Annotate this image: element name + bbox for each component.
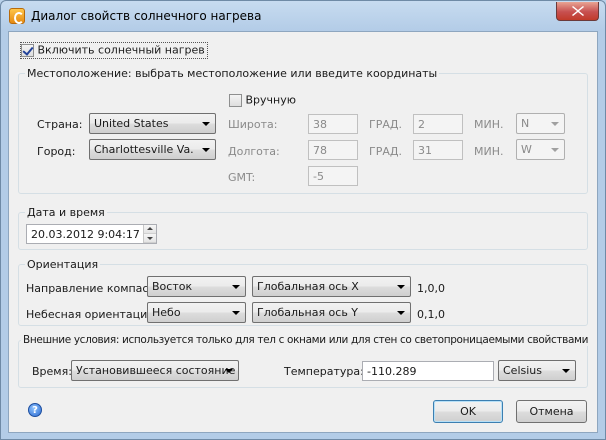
country-select[interactable]: United States bbox=[89, 113, 216, 134]
location-legend: Местоположение: выбрать местоположение и… bbox=[25, 67, 440, 80]
time-mode-label: Время: bbox=[32, 365, 72, 378]
city-value: Charlottesville Va. bbox=[94, 143, 194, 156]
longitude-label: Долгота: bbox=[228, 145, 280, 158]
sky-orientation-select[interactable]: Небо bbox=[147, 302, 246, 323]
enable-solar-label: Включить солнечный нагрев bbox=[37, 43, 205, 57]
ok-button[interactable]: OK bbox=[433, 400, 503, 423]
app-icon bbox=[9, 8, 25, 24]
longitude-direction-value: W bbox=[521, 143, 532, 156]
manual-label: Вручную bbox=[245, 93, 297, 107]
latitude-direction-value: N bbox=[521, 117, 530, 130]
sky-orientation-value: Небо bbox=[152, 306, 181, 319]
chevron-down-icon bbox=[202, 122, 210, 126]
spin-down-icon[interactable] bbox=[144, 234, 156, 243]
help-icon[interactable]: ? bbox=[28, 403, 42, 417]
latitude-deg-label: ГРАД. bbox=[369, 118, 402, 131]
manual-option[interactable]: Вручную bbox=[229, 93, 296, 107]
time-mode-value: Установившееся состояние bbox=[76, 364, 236, 377]
enable-solar-heating[interactable]: Включить солнечный нагрев bbox=[20, 42, 208, 59]
compass-direction-select[interactable]: Восток bbox=[147, 276, 246, 297]
chevron-down-icon bbox=[232, 311, 240, 315]
manual-checkbox[interactable] bbox=[229, 93, 242, 107]
compass-direction-value: Восток bbox=[152, 280, 193, 293]
temperature-label: Температура: bbox=[284, 365, 364, 378]
latitude-label: Широта: bbox=[228, 118, 278, 131]
chevron-down-icon bbox=[562, 369, 570, 373]
sky-orientation-label: Небесная ориентация: bbox=[26, 308, 158, 321]
latitude-min-label: МИН. bbox=[474, 118, 504, 131]
window-title: Диалог свойств солнечного нагрева bbox=[31, 9, 262, 23]
close-button[interactable] bbox=[556, 2, 599, 21]
compass-axis-value: Глобальная ось X bbox=[257, 280, 359, 293]
longitude-minutes-field[interactable]: 31 bbox=[413, 140, 463, 160]
dialog-window: Диалог свойств солнечного нагрева Включи… bbox=[0, 0, 606, 440]
compass-vector: 1,0,0 bbox=[417, 282, 445, 295]
chevron-down-icon bbox=[551, 122, 559, 126]
longitude-direction-select[interactable]: W bbox=[516, 139, 565, 160]
title-bar[interactable]: Диалог свойств солнечного нагрева bbox=[1, 1, 605, 31]
longitude-degrees-field[interactable]: 78 bbox=[308, 140, 358, 160]
chevron-down-icon bbox=[551, 148, 559, 152]
compass-axis-select[interactable]: Глобальная ось X bbox=[252, 276, 411, 297]
compass-direction-label: Направление компаса: bbox=[26, 282, 159, 295]
latitude-minutes-field[interactable]: 2 bbox=[413, 114, 463, 134]
spin-up-icon[interactable] bbox=[144, 225, 156, 234]
orientation-legend: Ориентация bbox=[25, 258, 101, 271]
chevron-down-icon bbox=[225, 369, 233, 373]
sky-axis-select[interactable]: Глобальная ось Y bbox=[252, 302, 411, 323]
close-icon bbox=[572, 6, 584, 16]
cancel-button[interactable]: Отмена bbox=[516, 400, 587, 423]
datetime-spinner[interactable] bbox=[143, 225, 156, 243]
longitude-deg-label: ГРАД. bbox=[369, 145, 402, 158]
chevron-down-icon bbox=[397, 311, 405, 315]
external-conditions-legend: Внешние условия: используется только для… bbox=[21, 334, 591, 346]
gmt-offset-field[interactable]: -5 bbox=[308, 166, 358, 186]
temperature-unit-value: Celsius bbox=[503, 364, 542, 377]
city-label: Город: bbox=[37, 145, 76, 158]
chevron-down-icon bbox=[232, 285, 240, 289]
datetime-input[interactable]: 20.03.2012 9:04:17 bbox=[26, 224, 157, 244]
country-value: United States bbox=[94, 117, 169, 130]
dialog-client-area: Включить солнечный нагрев Местоположение… bbox=[8, 31, 598, 433]
longitude-min-label: МИН. bbox=[474, 145, 504, 158]
chevron-down-icon bbox=[202, 148, 210, 152]
latitude-direction-select[interactable]: N bbox=[516, 113, 565, 134]
datetime-legend: Дата и время bbox=[25, 206, 107, 219]
city-select[interactable]: Charlottesville Va. bbox=[89, 139, 216, 160]
datetime-value: 20.03.2012 9:04:17 bbox=[31, 228, 140, 241]
sky-axis-value: Глобальная ось Y bbox=[257, 306, 359, 319]
latitude-degrees-field[interactable]: 38 bbox=[308, 114, 358, 134]
enable-solar-checkbox[interactable] bbox=[21, 43, 34, 57]
country-label: Страна: bbox=[37, 118, 83, 131]
time-mode-select[interactable]: Установившееся состояние bbox=[71, 360, 239, 381]
gmt-label: GMT: bbox=[228, 171, 256, 184]
temperature-field[interactable]: -110.289 bbox=[362, 361, 494, 381]
sky-vector: 0,1,0 bbox=[417, 308, 445, 321]
temperature-unit-select[interactable]: Celsius bbox=[498, 360, 576, 381]
chevron-down-icon bbox=[397, 285, 405, 289]
